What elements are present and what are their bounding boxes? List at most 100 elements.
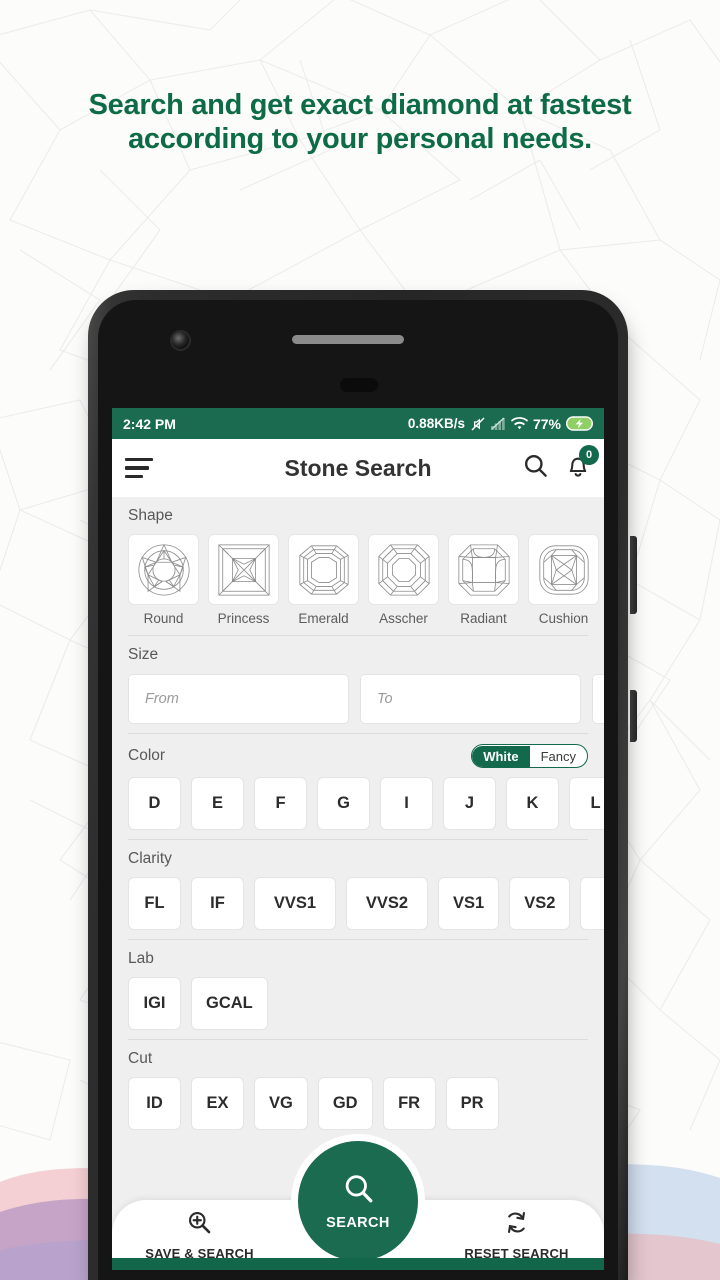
earpiece-speaker bbox=[292, 335, 404, 344]
section-size: Size bbox=[112, 636, 604, 724]
search-fab-button[interactable]: SEARCH bbox=[291, 1134, 425, 1268]
cut-chip-row[interactable]: ID EX VG GD FR PR bbox=[128, 1077, 588, 1130]
search-icon[interactable] bbox=[522, 452, 549, 484]
color-chip-row[interactable]: D E F G I J K L bbox=[128, 777, 604, 830]
search-fab-label: SEARCH bbox=[326, 1215, 390, 1231]
phone-device-mockup: 2:42 PM 0.88KB/s 77% Stone Search 0 Shap… bbox=[88, 290, 637, 1280]
promo-headline-line-1: Search and get exact diamond at fastest bbox=[88, 89, 632, 121]
shape-label: Princess bbox=[217, 611, 270, 626]
lab-chip[interactable]: GCAL bbox=[191, 977, 268, 1030]
color-chip[interactable]: D bbox=[128, 777, 181, 830]
search-filters-scroll-area[interactable]: Shape Round Princess Emerald Asscher Rad… bbox=[112, 497, 604, 1239]
status-bar-indicators: 0.88KB/s 77% bbox=[408, 416, 593, 432]
cut-chip[interactable]: EX bbox=[191, 1077, 244, 1130]
volume-button[interactable] bbox=[630, 536, 637, 614]
size-to-input[interactable] bbox=[360, 674, 581, 724]
search-icon bbox=[341, 1171, 376, 1211]
shape-label: Radiant bbox=[460, 611, 507, 626]
phone-screen: 2:42 PM 0.88KB/s 77% Stone Search 0 Shap… bbox=[112, 408, 604, 1270]
hamburger-menu-icon[interactable] bbox=[125, 457, 153, 479]
power-button[interactable] bbox=[630, 690, 637, 742]
shape-box bbox=[448, 534, 519, 605]
clarity-chip[interactable]: VS1 bbox=[438, 877, 500, 930]
system-navigation-strip bbox=[112, 1258, 604, 1270]
reset-search-button[interactable]: RESET SEARCH bbox=[429, 1209, 604, 1261]
color-type-toggle[interactable]: White Fancy bbox=[471, 744, 588, 768]
shape-option-round[interactable]: Round bbox=[128, 534, 199, 626]
battery-percent-text: 77% bbox=[532, 415, 561, 432]
proximity-sensor bbox=[340, 378, 378, 392]
cut-chip[interactable]: VG bbox=[254, 1077, 308, 1130]
search-fab-inner: SEARCH bbox=[298, 1141, 418, 1261]
color-section-header: Color White Fancy bbox=[128, 744, 588, 768]
shape-label: Asscher bbox=[379, 611, 428, 626]
section-clarity: Clarity FL IF VVS1 VVS2 VS1 VS2 bbox=[112, 840, 604, 930]
refresh-icon bbox=[503, 1209, 530, 1241]
battery-charging-icon bbox=[566, 416, 593, 431]
color-chip[interactable]: L bbox=[569, 777, 604, 830]
toggle-option-fancy[interactable]: Fancy bbox=[530, 746, 587, 767]
size-from-input[interactable] bbox=[128, 674, 349, 724]
promo-headline-line-2: according to your personal needs. bbox=[128, 123, 592, 155]
shape-label: Cushion bbox=[538, 611, 589, 626]
add-size-range-button[interactable] bbox=[592, 674, 604, 724]
clarity-chip-row[interactable]: FL IF VVS1 VVS2 VS1 VS2 bbox=[128, 877, 604, 930]
clarity-chip-overflow[interactable] bbox=[580, 877, 604, 930]
color-chip[interactable]: J bbox=[443, 777, 496, 830]
notification-bell[interactable]: 0 bbox=[565, 445, 599, 484]
section-color: Color White Fancy D E F G I J K L bbox=[112, 734, 604, 830]
cut-section-title: Cut bbox=[128, 1050, 153, 1067]
shape-option-radiant[interactable]: Radiant bbox=[448, 534, 519, 626]
shape-box bbox=[208, 534, 279, 605]
clarity-chip[interactable]: VVS2 bbox=[346, 877, 428, 930]
color-chip[interactable]: I bbox=[380, 777, 433, 830]
mute-icon bbox=[470, 416, 486, 432]
status-bar-time: 2:42 PM bbox=[123, 415, 176, 432]
section-shape: Shape Round Princess Emerald Asscher Rad… bbox=[112, 497, 604, 626]
network-speed-text: 0.88KB/s bbox=[407, 416, 465, 431]
shape-label: Round bbox=[143, 611, 184, 626]
shape-option-cushion[interactable]: Cushion bbox=[528, 534, 599, 626]
clarity-chip[interactable]: VVS1 bbox=[254, 877, 336, 930]
color-chip[interactable]: F bbox=[254, 777, 307, 830]
toggle-option-white[interactable]: White bbox=[472, 745, 530, 767]
notification-badge: 0 bbox=[579, 445, 599, 465]
app-bar: Stone Search 0 bbox=[112, 439, 604, 497]
shape-option-asscher[interactable]: Asscher bbox=[368, 534, 439, 626]
section-cut: Cut ID EX VG GD FR PR bbox=[112, 1040, 604, 1130]
clarity-chip[interactable]: FL bbox=[128, 877, 181, 930]
zoom-in-search-icon bbox=[186, 1209, 213, 1241]
wifi-icon bbox=[510, 417, 528, 430]
lab-chip[interactable]: IGI bbox=[128, 977, 181, 1030]
size-section-title: Size bbox=[128, 646, 159, 663]
clarity-chip[interactable]: IF bbox=[191, 877, 244, 930]
bottom-action-bar: SAVE & SEARCH RESET SEARCH SEARCH bbox=[112, 1133, 604, 1270]
lab-chip-row[interactable]: IGI GCAL bbox=[128, 977, 588, 1030]
color-chip[interactable]: K bbox=[506, 777, 559, 830]
color-section-title: Color bbox=[128, 747, 166, 764]
app-bar-actions: 0 bbox=[522, 445, 599, 484]
front-camera-icon bbox=[170, 330, 191, 351]
cut-chip[interactable]: GD bbox=[317, 1077, 373, 1130]
shape-option-emerald[interactable]: Emerald bbox=[288, 534, 359, 626]
status-bar: 2:42 PM 0.88KB/s 77% bbox=[112, 408, 604, 439]
shape-box bbox=[368, 534, 439, 605]
shape-label: Emerald bbox=[298, 611, 349, 626]
shape-section-title: Shape bbox=[128, 507, 173, 524]
color-chip[interactable]: E bbox=[191, 777, 244, 830]
save-and-search-button[interactable]: SAVE & SEARCH bbox=[112, 1209, 287, 1261]
shape-option-princess[interactable]: Princess bbox=[208, 534, 279, 626]
promo-headline: Search and get exact diamond at fastest … bbox=[0, 88, 720, 156]
lab-section-title: Lab bbox=[128, 950, 154, 967]
shape-section-header: Shape bbox=[128, 507, 588, 525]
size-range-row bbox=[128, 674, 604, 724]
cut-chip[interactable]: ID bbox=[128, 1077, 181, 1130]
clarity-chip[interactable]: VS2 bbox=[509, 877, 571, 930]
promo-screenshot-canvas: Search and get exact diamond at fastest … bbox=[0, 0, 720, 1280]
shape-options-row: Round Princess Emerald Asscher Radiant C… bbox=[128, 534, 599, 626]
cut-chip[interactable]: FR bbox=[382, 1077, 436, 1130]
shape-box bbox=[288, 534, 359, 605]
shape-box bbox=[128, 534, 199, 605]
color-chip[interactable]: G bbox=[317, 777, 370, 830]
cut-chip[interactable]: PR bbox=[445, 1077, 499, 1130]
